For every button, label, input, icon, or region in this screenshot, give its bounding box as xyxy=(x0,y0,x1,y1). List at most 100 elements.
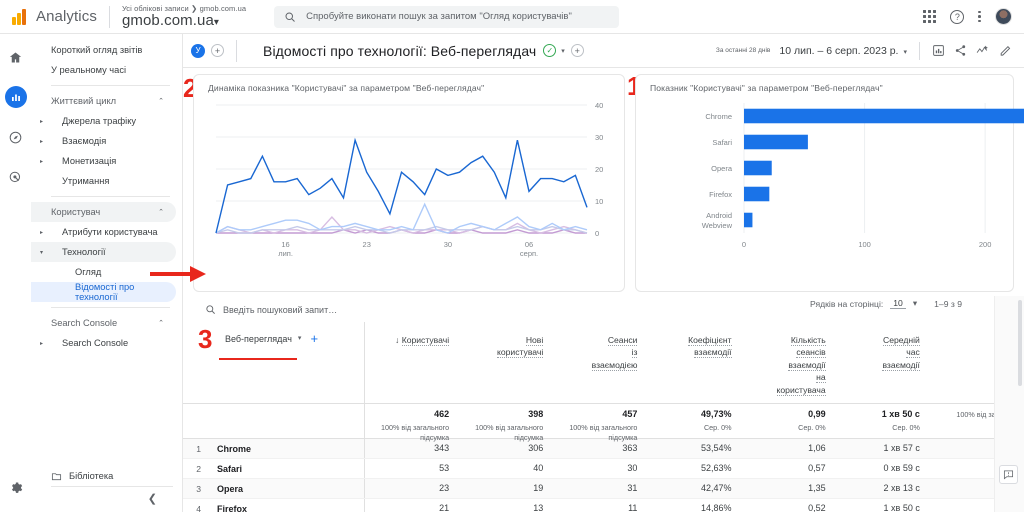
svg-text:Safari: Safari xyxy=(712,138,732,147)
svg-text:30: 30 xyxy=(444,240,452,249)
feedback-button[interactable] xyxy=(999,465,1018,484)
sidebar-footer: Бібліотека ❮ xyxy=(31,466,183,512)
charts-row: 2 1 Динаміка показника "Користувачі" за … xyxy=(150,68,1024,305)
global-search-placeholder: Спробуйте виконати пошук за запитом "Огл… xyxy=(306,11,572,22)
insights-icon[interactable] xyxy=(932,44,945,57)
chevron-down-icon[interactable]: ▾ xyxy=(298,334,302,342)
svg-text:Firefox: Firefox xyxy=(709,190,732,199)
compare-icon[interactable] xyxy=(976,44,990,57)
account-name: gmob.com.ua▾ xyxy=(121,11,220,29)
sidebar-item-label: Відомості про технології xyxy=(75,282,135,302)
global-search[interactable]: Спробуйте виконати пошук за запитом "Огл… xyxy=(274,5,620,28)
rows-per-page-value[interactable]: 10 xyxy=(890,298,906,309)
sidebar-item-reports-snapshot[interactable]: Короткий огляд звітів xyxy=(31,40,176,60)
svg-text:06: 06 xyxy=(525,240,533,249)
avatar[interactable] xyxy=(995,8,1012,25)
rail-item-settings[interactable] xyxy=(0,470,31,504)
sidebar-item-engagement[interactable]: ▸ Взаємодія xyxy=(31,131,176,151)
date-range-value[interactable]: 10 лип. – 6 серп. 2023 р. ▾ xyxy=(779,45,907,57)
sidebar-group-user[interactable]: Користувач ⌃ xyxy=(31,202,176,222)
sidebar-item-retention[interactable]: Утримання xyxy=(31,171,176,191)
header-divider xyxy=(236,39,237,62)
table-summary-row: 462 100% від загального підсумка 398 100% в… xyxy=(183,404,1024,442)
table-row[interactable]: 2 Safari 53 40 30 52,63% 0,57 0 хв 59 с xyxy=(183,459,1024,479)
sidebar-divider xyxy=(51,196,170,197)
sort-arrow-icon: ↓ xyxy=(395,335,402,345)
sidebar-item-label: Search Console xyxy=(62,338,129,348)
chevron-down-icon[interactable]: ▾ xyxy=(561,47,565,55)
rail-item-advertising[interactable] xyxy=(0,160,31,194)
summary-value: 462 xyxy=(434,409,450,419)
table-row[interactable]: 1 Chrome 343 306 363 53,54% 1,06 1 хв 57 с xyxy=(183,439,1024,459)
share-icon[interactable] xyxy=(954,44,967,57)
add-comparison-button[interactable]: + xyxy=(211,44,224,57)
sidebar-item-label: Короткий огляд звітів xyxy=(51,45,143,55)
table-cell: 53,54% xyxy=(701,442,732,453)
icon-rail xyxy=(0,34,31,512)
sidebar-item-user-attributes[interactable]: ▸ Атрибути користувача xyxy=(31,222,176,242)
sidebar-item-monetization[interactable]: ▸ Монетизація xyxy=(31,151,176,171)
column-header[interactable]: Коефіцієнт взаємодії xyxy=(647,322,741,403)
table-cell: 13 xyxy=(533,502,544,512)
chevron-up-icon: ⌃ xyxy=(158,320,164,327)
timeseries-title: Динаміка показника "Користувачі" за пара… xyxy=(208,83,485,93)
help-icon[interactable]: ? xyxy=(950,9,965,24)
sidebar-group-search-console[interactable]: Search Console ⌃ xyxy=(31,313,176,333)
rail-item-home[interactable] xyxy=(0,40,31,74)
column-header[interactable]: Кількість сеансів взаємодії на користувача xyxy=(742,322,836,403)
pagination-label: 1–9 з 9 xyxy=(934,298,962,309)
row-dimension: 1 Chrome xyxy=(183,439,365,458)
sidebar-item-label: У реальному часі xyxy=(51,65,127,75)
sidebar-group-lifecycle[interactable]: Життєвий цикл ⌃ xyxy=(31,91,176,111)
table-cell: 343 xyxy=(434,442,450,453)
sidebar-collapse-button[interactable]: ❮ xyxy=(51,486,173,510)
column-header[interactable]: Сеанси із взаємодією xyxy=(553,322,647,403)
row-name[interactable]: Opera xyxy=(217,484,243,494)
edit-icon[interactable] xyxy=(999,44,1012,57)
sidebar-item-search-console[interactable]: ▸ Search Console xyxy=(31,333,176,353)
sidebar-item-tech-details[interactable]: Відомості про технології xyxy=(31,282,176,302)
row-index: 2 xyxy=(196,463,201,474)
column-header[interactable]: Середній час взаємодії xyxy=(836,322,930,403)
table-cell: 19 xyxy=(533,482,544,493)
add-filter-button[interactable]: + xyxy=(570,44,584,57)
row-index: 4 xyxy=(196,503,201,512)
sidebar-item-realtime[interactable]: У реальному часі xyxy=(31,60,176,80)
comparison-badge[interactable]: У xyxy=(191,43,205,58)
table-row[interactable]: 3 Opera 23 19 31 42,47% 1,35 2 хв 13 с xyxy=(183,479,1024,499)
header-divider xyxy=(919,41,920,60)
sidebar-item-tech[interactable]: ▾ Технології xyxy=(31,242,176,262)
analytics-app: Analytics Усі облікові записи ❯ gmob.com… xyxy=(0,0,1024,512)
account-switcher[interactable]: Усі облікові записи ❯ gmob.com.ua gmob.c… xyxy=(121,4,246,29)
row-name[interactable]: Firefox xyxy=(217,504,247,512)
barchart-title: Показник "Користувачі" за параметром "Ве… xyxy=(650,83,883,93)
sidebar-item-label: Джерела трафіку xyxy=(62,116,137,126)
rail-item-explore[interactable] xyxy=(0,120,31,154)
table-cell: 0 хв 59 с xyxy=(883,462,920,473)
row-name[interactable]: Safari xyxy=(217,464,242,474)
table-cell: 2 хв 13 с xyxy=(883,482,920,493)
column-header[interactable]: ↓ Користувачі xyxy=(365,322,459,403)
table-body: 1 Chrome 343 306 363 53,54% 1,06 1 хв 57 с 2 Safa… xyxy=(183,439,1024,512)
rows-per-page-control: Рядків на сторінці: 10 ▾ 1–9 з 9 xyxy=(810,298,962,309)
vertical-scrollbar[interactable] xyxy=(1018,300,1022,386)
chevron-right-icon: ▸ xyxy=(40,138,44,145)
sidebar-item-acquisition[interactable]: ▸ Джерела трафіку xyxy=(31,111,176,131)
apps-grid-icon[interactable] xyxy=(923,10,937,23)
more-options-icon[interactable] xyxy=(978,10,981,23)
row-name[interactable]: Chrome xyxy=(217,444,251,454)
data-ok-icon[interactable]: ✓ xyxy=(543,44,557,57)
sidebar-item-label: Взаємодія xyxy=(62,136,107,146)
add-dimension-button[interactable]: + xyxy=(310,332,318,345)
table-row[interactable]: 4 Firefox 21 13 11 14,86% 0,52 1 хв 50 с xyxy=(183,499,1024,512)
sidebar-item-library[interactable]: Бібліотека xyxy=(31,466,177,486)
svg-text:Opera: Opera xyxy=(711,164,733,173)
sidebar-divider xyxy=(51,85,170,86)
chevron-down-icon[interactable]: ▾ xyxy=(913,298,917,309)
rows-per-page-label: Рядків на сторінці: xyxy=(810,298,884,309)
explore-icon xyxy=(9,131,22,143)
table-cell: 31 xyxy=(627,482,638,493)
column-header[interactable]: Нові користувачі xyxy=(459,322,553,403)
rail-item-reports[interactable] xyxy=(0,80,31,114)
sidebar-item-label: Утримання xyxy=(62,176,110,186)
